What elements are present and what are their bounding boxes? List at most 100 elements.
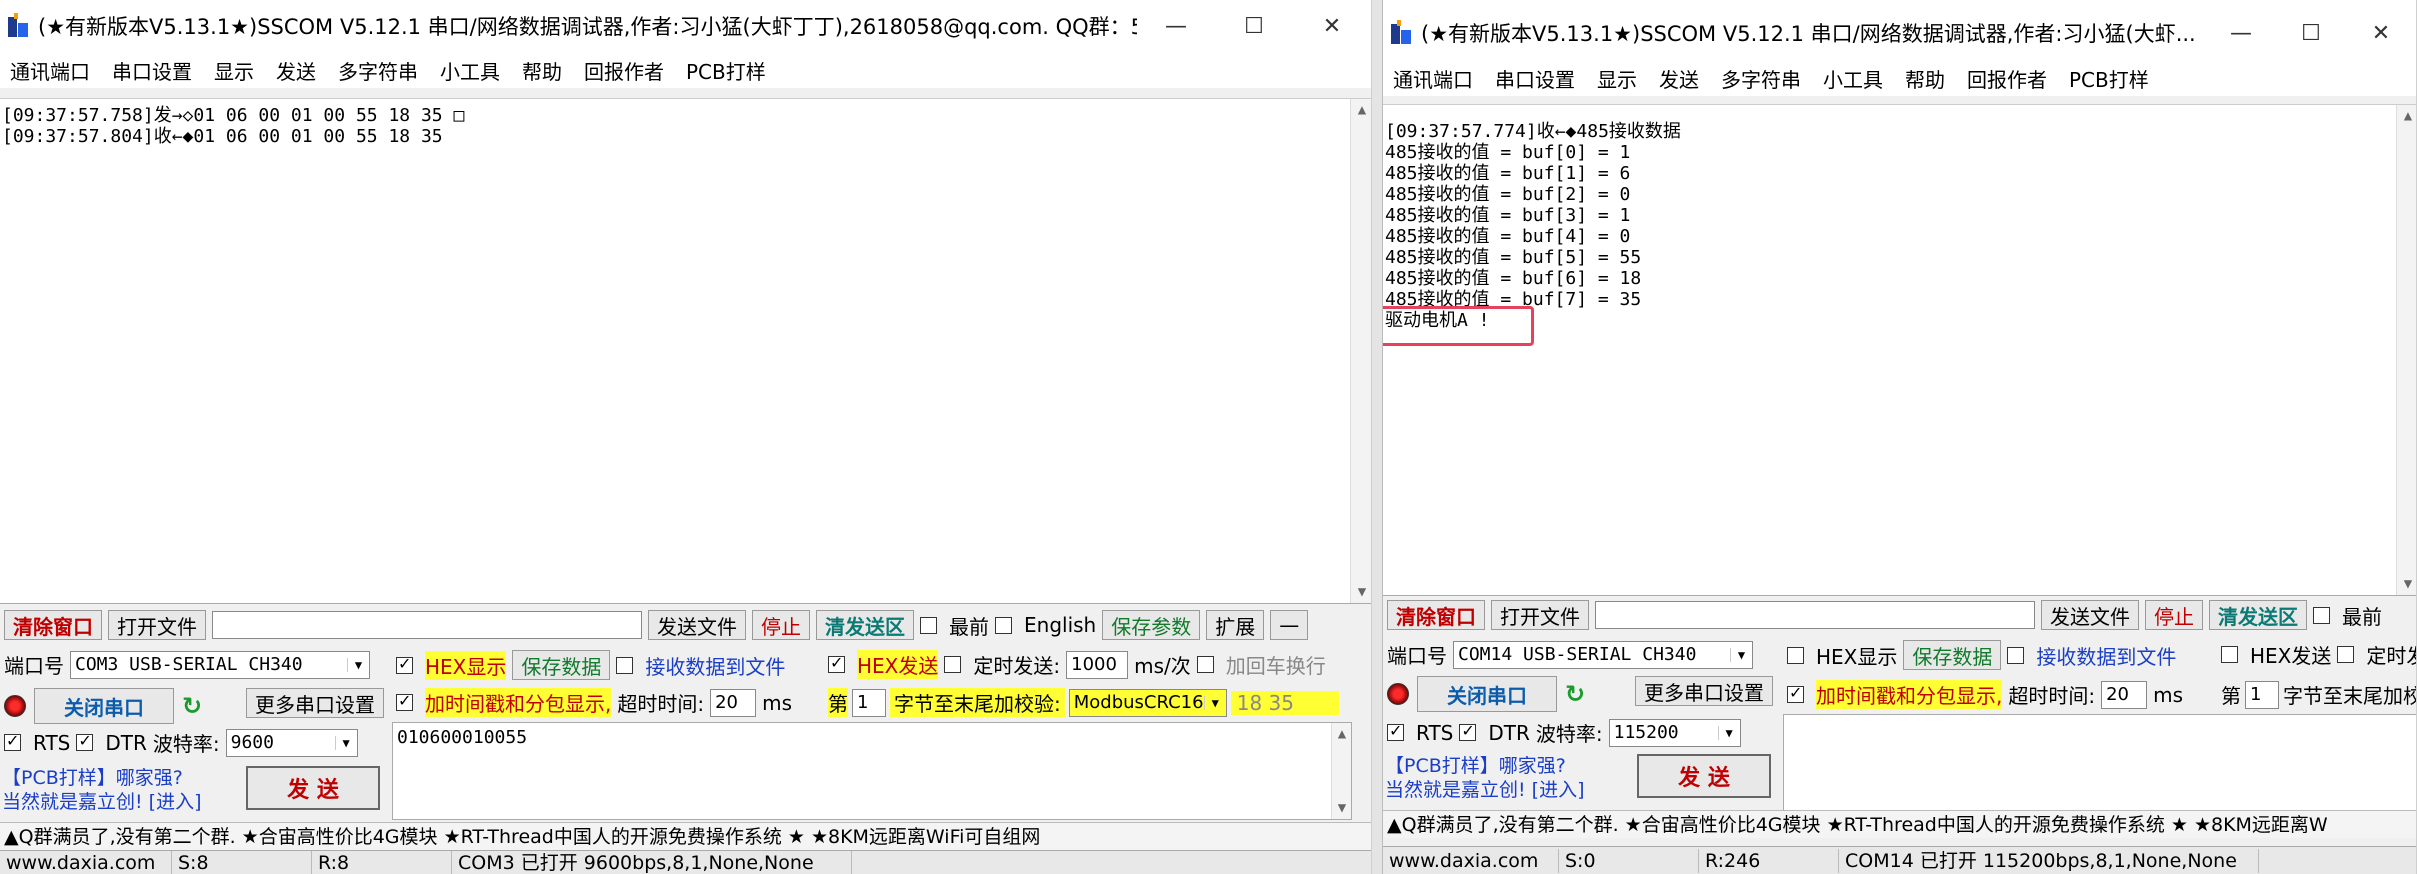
recv-to-file-checkbox[interactable] [2007, 646, 2025, 664]
menu-display[interactable]: 显示 [1597, 64, 1637, 93]
clear-send-button[interactable]: 清发送区 [816, 610, 914, 640]
status-website[interactable]: www.daxia.com [0, 850, 172, 874]
checksum-select[interactable]: ModbusCRC16 ▼ [1068, 688, 1227, 717]
timestamp-checkbox[interactable] [396, 691, 413, 711]
minimize-button[interactable]: — [2206, 7, 2276, 59]
hex-display-checkbox[interactable] [396, 654, 413, 674]
refresh-icon[interactable]: ↻ [1565, 680, 1585, 708]
english-checkbox[interactable] [995, 616, 1012, 634]
menu-tools[interactable]: 小工具 [1823, 64, 1883, 93]
menu-help[interactable]: 帮助 [522, 56, 562, 85]
send-button[interactable]: 发 送 [1637, 754, 1771, 798]
menu-multi-string[interactable]: 多字符串 [338, 56, 418, 85]
timestamp-checkbox[interactable] [1787, 683, 1804, 703]
close-window-button[interactable]: ✕ [2346, 7, 2416, 59]
clear-send-button[interactable]: 清发送区 [2209, 600, 2307, 630]
open-file-button[interactable]: 打开文件 [108, 610, 206, 640]
menu-multi-string[interactable]: 多字符串 [1721, 64, 1801, 93]
hex-send-checkbox[interactable] [2221, 646, 2238, 663]
topmost-checkbox[interactable] [2313, 606, 2330, 624]
hex-display-checkbox[interactable] [1787, 646, 1804, 664]
clear-window-button[interactable]: 清除窗口 [1387, 600, 1485, 630]
stop-button[interactable]: 停止 [2145, 600, 2203, 630]
maximize-button[interactable]: ☐ [1215, 0, 1293, 52]
stop-button[interactable]: 停止 [752, 610, 810, 640]
status-website[interactable]: www.daxia.com [1383, 848, 1559, 873]
receive-scrollbar[interactable]: ▲ ▼ [2396, 105, 2416, 595]
receive-scrollbar[interactable]: ▲ ▼ [1350, 99, 1371, 603]
scroll-up-icon[interactable]: ▲ [1332, 723, 1352, 745]
send-scrollbar[interactable]: ▲ ▼ [1331, 723, 1351, 819]
send-button[interactable]: 发 送 [246, 766, 380, 810]
clear-window-button[interactable]: 清除窗口 [4, 610, 102, 640]
port-select[interactable]: COM14 USB-SERIAL CH340 ▼ [1453, 640, 1753, 669]
save-data-button[interactable]: 保存数据 [512, 650, 611, 680]
add-crlf-checkbox[interactable] [1196, 656, 1214, 673]
menu-display[interactable]: 显示 [214, 56, 254, 85]
rts-checkbox[interactable] [1387, 721, 1404, 741]
menu-pcb[interactable]: PCB打样 [686, 56, 766, 85]
dtr-checkbox[interactable] [1459, 721, 1477, 741]
baud-select[interactable]: 115200 ▼ [1608, 718, 1741, 747]
scroll-down-icon[interactable]: ▼ [2397, 573, 2416, 595]
menu-pcb[interactable]: PCB打样 [2069, 64, 2149, 93]
promo-line-1[interactable]: 【PCB打样】哪家强? [2, 766, 202, 790]
timeout-input[interactable]: 20 [710, 688, 757, 717]
send-file-button[interactable]: 发送文件 [648, 610, 746, 640]
receive-area[interactable]: [09:37:57.758]发→◇01 06 00 01 00 55 18 35… [0, 98, 1371, 604]
menu-send[interactable]: 发送 [1659, 64, 1699, 93]
close-window-button[interactable]: ✕ [1293, 0, 1371, 52]
recv-to-file-checkbox[interactable] [616, 656, 634, 674]
menu-port[interactable]: 通讯端口 [10, 56, 90, 85]
enter-link[interactable]: [进入] [149, 791, 202, 813]
menu-serial-settings[interactable]: 串口设置 [1495, 64, 1575, 93]
dtr-checkbox[interactable] [76, 731, 94, 751]
refresh-icon[interactable]: ↻ [182, 692, 202, 720]
open-file-button[interactable]: 打开文件 [1491, 600, 1589, 630]
save-data-button[interactable]: 保存数据 [1903, 640, 2002, 670]
menu-help[interactable]: 帮助 [1905, 64, 1945, 93]
baud-select[interactable]: 9600 ▼ [225, 728, 358, 757]
file-path-input[interactable] [1595, 601, 2035, 629]
send-textarea[interactable] [1783, 714, 2416, 812]
rts-checkbox[interactable] [4, 731, 21, 751]
maximize-button[interactable]: ☐ [2276, 7, 2346, 59]
scroll-down-icon[interactable]: ▼ [1351, 581, 1371, 603]
byte-index-input[interactable]: 1 [2245, 680, 2279, 709]
scroll-up-icon[interactable]: ▲ [2397, 105, 2416, 127]
timed-send-checkbox[interactable] [944, 656, 962, 673]
promo-line-2[interactable]: 当然就是嘉立创! [1385, 779, 1526, 801]
send-file-button[interactable]: 发送文件 [2041, 600, 2139, 630]
menu-tools[interactable]: 小工具 [440, 56, 500, 85]
expand-button[interactable]: 扩展 [1206, 610, 1265, 640]
send-textarea[interactable]: 010600010055 ▲ ▼ [392, 722, 1352, 820]
menu-report-author[interactable]: 回报作者 [584, 56, 664, 85]
receive-area[interactable]: [09:37:57.774]收←◆485接收数据 485接收的值 = buf[0… [1383, 104, 2416, 596]
byte-index-input[interactable]: 1 [852, 688, 886, 717]
timed-send-checkbox[interactable] [2337, 646, 2355, 663]
collapse-button[interactable]: — [1270, 610, 1309, 640]
menu-serial-settings[interactable]: 串口设置 [112, 56, 192, 85]
close-port-button[interactable]: 关闭串口 [1417, 676, 1557, 712]
interval-input[interactable]: 1000 [1066, 650, 1129, 679]
port-select[interactable]: COM3 USB-SERIAL CH340 ▼ [70, 650, 370, 679]
promo-line-2[interactable]: 当然就是嘉立创! [2, 791, 143, 813]
menu-port[interactable]: 通讯端口 [1393, 64, 1473, 93]
enter-link[interactable]: [进入] [1532, 779, 1585, 801]
scroll-down-icon[interactable]: ▼ [1332, 797, 1352, 819]
save-params-button[interactable]: 保存参数 [1102, 610, 1201, 640]
close-port-button[interactable]: 关闭串口 [34, 688, 174, 724]
more-settings-button[interactable]: 更多串口设置 [1635, 676, 1773, 706]
menu-report-author[interactable]: 回报作者 [1967, 64, 2047, 93]
promo-line-1[interactable]: 【PCB打样】哪家强? [1385, 754, 1585, 778]
marquee-ticker[interactable]: ▲Q群满员了,没有第二个群. ★合宙高性价比4G模块 ★RT-Thread中国人… [0, 822, 1371, 850]
topmost-checkbox[interactable] [920, 616, 937, 634]
more-settings-button[interactable]: 更多串口设置 [246, 688, 384, 718]
minimize-button[interactable]: — [1137, 0, 1215, 52]
file-path-input[interactable] [212, 611, 642, 639]
marquee-ticker[interactable]: ▲Q群满员了,没有第二个群. ★合宙高性价比4G模块 ★RT-Thread中国人… [1383, 810, 2416, 838]
menu-send[interactable]: 发送 [276, 56, 316, 85]
scroll-up-icon[interactable]: ▲ [1351, 99, 1371, 121]
timeout-input[interactable]: 20 [2101, 680, 2148, 709]
hex-send-checkbox[interactable] [828, 653, 845, 673]
